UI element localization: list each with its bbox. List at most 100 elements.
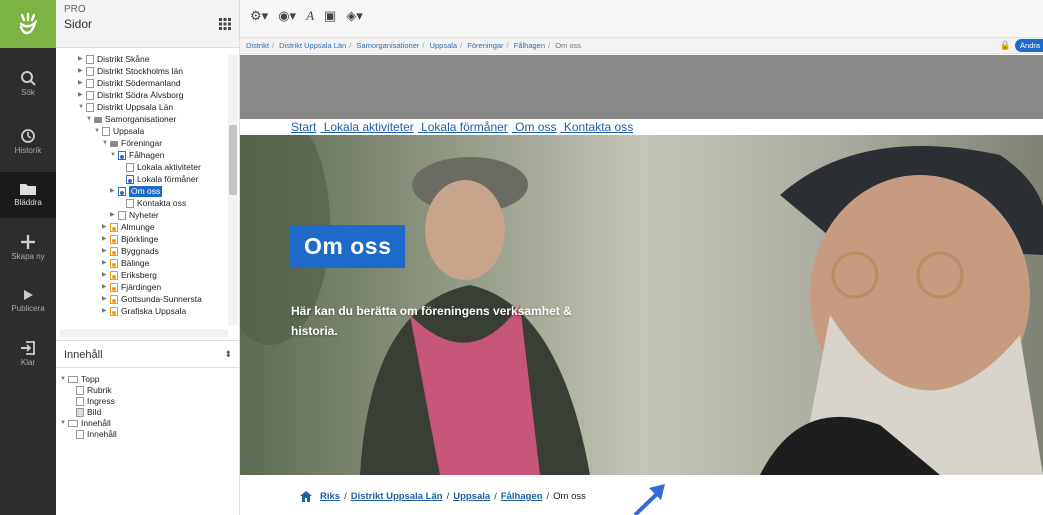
plus-icon — [21, 235, 35, 249]
expand-icon[interactable]: ▶ — [102, 258, 110, 269]
expand-icon[interactable]: ▶ — [78, 90, 86, 101]
nav-link[interactable]: Start — [291, 120, 316, 134]
text-format-icon[interactable]: A — [306, 8, 314, 24]
breadcrumb-link[interactable]: Riks — [320, 491, 340, 502]
expand-icon[interactable]: ▶ — [78, 54, 86, 65]
folder-icon — [110, 141, 118, 147]
tree-item[interactable]: ▶ Distrikt Södra Älvsborg — [78, 90, 183, 101]
breadcrumb-link[interactable]: Distrikt Uppsala Län — [351, 491, 443, 502]
tree-item[interactable]: ▶ Distrikt Stockholms län — [78, 66, 183, 77]
breadcrumb-link[interactable]: Uppsala — [453, 491, 490, 502]
settings-icon[interactable]: ⚙▾ — [250, 8, 268, 24]
tree-item[interactable]: ▶ Nyheter — [110, 210, 159, 221]
breadcrumb-current: Om oss — [553, 491, 586, 502]
breadcrumb-link[interactable]: Fålhagen — [501, 491, 543, 502]
tree-item[interactable]: ▶ Björklinge — [102, 234, 158, 245]
lock-icon[interactable]: 🔒 — [1000, 40, 1011, 51]
collapse-icon[interactable]: ▼ — [94, 126, 102, 137]
expand-icon[interactable]: ▶ — [102, 246, 110, 257]
expand-icon[interactable]: ▶ — [78, 78, 86, 89]
tree-item[interactable]: ▶ Distrikt Södermanland — [78, 78, 181, 89]
hero-image: Om oss Här kan du berätta om föreningens… — [240, 135, 1043, 475]
tree-item[interactable]: Lokala förmåner — [118, 174, 198, 185]
tree-item[interactable]: ▶ Almunge — [102, 222, 155, 233]
expand-icon[interactable]: ▶ — [110, 186, 118, 197]
nav-browse[interactable]: Bläddra — [0, 172, 56, 218]
tree-item[interactable]: ▶ Grafiska Uppsala — [102, 306, 186, 317]
exit-icon — [21, 341, 35, 355]
edit-button[interactable]: Ändra — [1015, 39, 1043, 52]
tree-item[interactable]: ▼ Samorganisationer — [86, 114, 176, 125]
collapse-icon[interactable]: ▼ — [60, 374, 68, 385]
logo[interactable] — [0, 0, 56, 48]
product-label: PRO — [64, 4, 86, 15]
structure-item[interactable]: Ingress — [76, 396, 115, 407]
tree-item[interactable]: Kontakta oss — [118, 198, 186, 209]
breadcrumb-item[interactable]: Fålhagen — [514, 41, 545, 50]
nav-done[interactable]: Klar — [0, 340, 56, 376]
tree-item[interactable]: ▼ Föreningar — [102, 138, 162, 149]
collapse-icon[interactable]: ▼ — [110, 150, 118, 161]
breadcrumb-item-current[interactable]: Om oss — [555, 41, 581, 50]
structure-item[interactable]: Innehåll — [76, 429, 117, 440]
breadcrumb-item[interactable]: Distrikt — [246, 41, 269, 50]
structure-item[interactable]: ▼ Innehåll — [60, 418, 111, 429]
grid-menu-icon[interactable] — [219, 18, 231, 30]
nav-history[interactable]: Historik — [0, 128, 56, 164]
collapse-icon[interactable]: ▼ — [102, 138, 110, 149]
collapse-icon[interactable]: ▼ — [78, 102, 86, 113]
home-icon[interactable] — [300, 491, 312, 502]
tree-item-selected[interactable]: ▶ Om oss — [110, 186, 163, 197]
select-arrow-icon: ⬍ — [224, 349, 232, 359]
expand-icon[interactable]: ▶ — [102, 294, 110, 305]
nav-publish[interactable]: Publicera — [0, 288, 56, 324]
expand-icon[interactable]: ▶ — [102, 270, 110, 281]
tree-item-label: Gottsunda-Sunnersta — [121, 294, 202, 304]
tree-item[interactable]: ▼ Distrikt Uppsala Län — [78, 102, 173, 113]
content-type-select[interactable]: Innehåll ⬍ — [56, 340, 240, 368]
nav-link[interactable]: Lokala förmåner — [421, 120, 508, 134]
tree-item[interactable]: ▶ Eriksberg — [102, 270, 157, 281]
tree-item[interactable]: ▶ Fjärdingen — [102, 282, 161, 293]
nav-search[interactable]: Sök — [0, 70, 56, 106]
nav-link[interactable]: Kontakta oss — [564, 120, 633, 134]
tree-item[interactable]: ▶ Gottsunda-Sunnersta — [102, 294, 202, 305]
tree-item[interactable]: ▶ Bälinge — [102, 258, 149, 269]
component-icon[interactable]: ◈▾ — [346, 8, 363, 24]
expand-icon[interactable]: ▶ — [102, 222, 110, 233]
expand-icon[interactable]: ▶ — [102, 282, 110, 293]
tree-scrollbar[interactable] — [228, 55, 238, 325]
structure-item[interactable]: ▼ Topp — [60, 374, 99, 385]
tree-item[interactable]: Lokala aktiviteter — [118, 162, 201, 173]
tree-item[interactable]: ▶ Byggnads — [102, 246, 159, 257]
nav-create[interactable]: Skapa ny — [0, 234, 56, 270]
preview-eye-icon[interactable]: ◉▾ — [278, 8, 296, 24]
expand-icon[interactable]: ▶ — [110, 210, 118, 221]
collapse-icon[interactable]: ▼ — [60, 418, 68, 429]
tree-item-label: Lokala förmåner — [137, 174, 199, 184]
breadcrumb-item[interactable]: Föreningar — [467, 41, 503, 50]
association-icon — [110, 295, 118, 304]
collapse-icon[interactable]: ▼ — [86, 114, 94, 125]
structure-item[interactable]: Bild — [76, 407, 101, 418]
breadcrumb-item[interactable]: Distrikt Uppsala Län — [279, 41, 346, 50]
tree-horizontal-scrollbar[interactable] — [60, 329, 228, 337]
page-tree-panel: PRO Sidor ▶ Distrikt Skåne ▶ Distrikt Stoc… — [56, 0, 240, 515]
breadcrumb-item[interactable]: Uppsala — [430, 41, 458, 50]
structure-item[interactable]: Rubrik — [76, 385, 112, 396]
expand-icon[interactable]: ▶ — [102, 234, 110, 245]
association-icon — [126, 175, 134, 184]
page-icon — [86, 55, 94, 64]
nav-link[interactable]: Om oss — [515, 120, 556, 134]
nav-label: Historik — [14, 146, 42, 155]
text-field-icon — [76, 397, 84, 406]
tree-item[interactable]: ▼ Uppsala — [94, 126, 144, 137]
image-icon[interactable]: ▣ — [324, 8, 336, 24]
tree-item[interactable]: ▼ Fålhagen — [110, 150, 164, 161]
scrollbar-thumb[interactable] — [229, 125, 237, 195]
expand-icon[interactable]: ▶ — [102, 306, 110, 317]
breadcrumb-item[interactable]: Samorganisationer — [356, 41, 419, 50]
expand-icon[interactable]: ▶ — [78, 66, 86, 77]
nav-link[interactable]: Lokala aktiviteter — [324, 120, 414, 134]
tree-item[interactable]: ▶ Distrikt Skåne — [78, 54, 149, 65]
